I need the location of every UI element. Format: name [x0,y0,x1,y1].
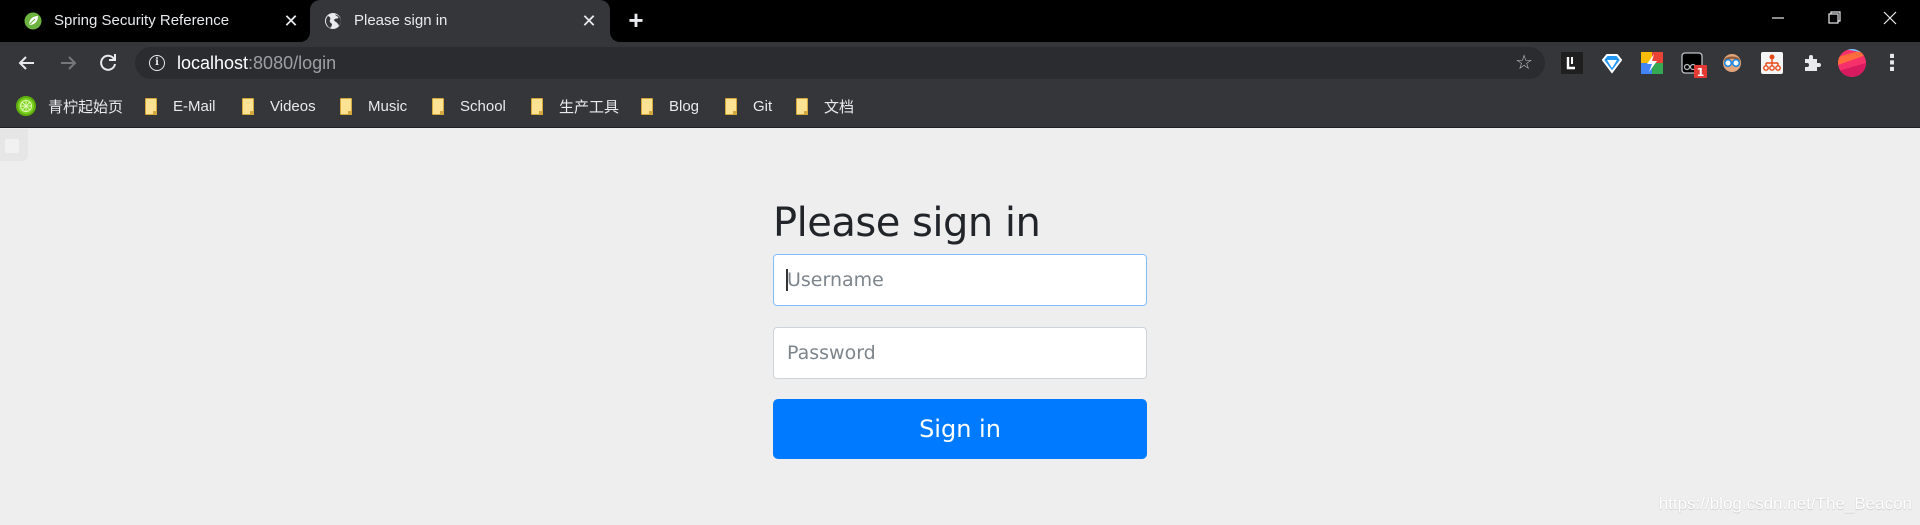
bookmark-label: Music [368,97,408,115]
org-chart-extension-icon[interactable] [1761,52,1783,74]
text-caret [786,269,788,291]
bookmark-label: School [460,97,506,115]
diamond-extension-icon[interactable] [1601,52,1623,74]
forward-button[interactable] [54,49,82,77]
username-input[interactable] [773,254,1147,306]
bookmark-label: 文档 [824,98,855,116]
bookmark-folder[interactable]: Blog [641,96,699,116]
folder-icon [725,97,737,115]
back-arrow-icon [18,56,34,70]
spring-leaf-icon [24,12,42,30]
tab-title: Spring Security Reference [54,12,230,29]
bookmark-label: E-Mail [173,97,216,115]
bookmark-label: 青柠起始页 [48,98,124,116]
url-host: localhost [177,53,249,73]
bookmark-star-icon[interactable]: ☆ [1515,51,1533,75]
lime-icon [16,96,36,116]
bookmark-folder[interactable]: School [432,96,506,116]
folder-icon [432,97,444,115]
site-info-icon[interactable]: i [149,55,165,71]
folder-icon [531,97,543,115]
bookmark-folder[interactable]: E-Mail [145,96,216,116]
page-title: Please sign in [773,200,1041,246]
back-button[interactable] [13,49,41,77]
close-icon [1883,11,1897,25]
folder-icon [145,97,157,115]
password-input[interactable] [773,327,1147,379]
folder-icon [242,97,254,115]
menu-dots-icon[interactable]: ⋮ [1881,52,1903,74]
address-bar[interactable]: i localhost:8080/login ☆ [135,47,1545,79]
bookmark-folder[interactable]: 文档 [796,96,854,116]
tab-close-button[interactable]: ✕ [578,10,600,32]
url-path: :8080/login [248,53,337,73]
bookmark-label: Blog [669,97,700,115]
minimize-icon [1772,17,1784,19]
lightning-extension-icon[interactable] [1641,52,1663,74]
bookmark-folder[interactable]: Music [340,96,407,116]
bookmark-label: Videos [270,97,316,115]
reload-button[interactable] [94,49,122,77]
tab-close-button[interactable]: ✕ [280,10,302,32]
bookmark-folder[interactable]: Git [725,96,772,116]
tab-title: Please sign in [354,12,448,29]
profile-avatar[interactable] [1838,49,1866,77]
folder-icon [641,97,653,115]
bookmark-label: 生产工具 [559,98,620,116]
folder-icon [340,97,352,115]
reload-icon [100,54,116,71]
tab-spring-security-reference[interactable]: Spring Security Reference ✕ [10,0,310,42]
new-tab-button[interactable]: + [624,7,648,33]
bookmark-folder[interactable]: Videos [242,96,316,116]
bookmark-label: Git [753,97,773,115]
restore-icon [1828,11,1841,24]
window-close-button[interactable] [1862,0,1918,36]
l-extension-icon[interactable] [1561,52,1583,74]
browser-toolbar: i localhost:8080/login ☆ 1 ⋮ [0,42,1920,84]
tab-please-sign-in[interactable]: Please sign in ✕ [300,0,620,42]
folder-icon [796,97,808,115]
forward-arrow-icon [61,56,77,70]
bookmarks-bar: 青柠起始页 E-Mail Videos Music School 生产工具 Bl… [0,84,1920,128]
globe-icon [325,13,341,29]
restore-button[interactable] [1806,0,1862,36]
extension-overlay-icon[interactable] [0,129,28,161]
bookmark-folder[interactable]: 生产工具 [531,96,619,116]
page-content: Please sign in Sign in https://blog.csdn… [0,129,1920,525]
sign-in-button[interactable]: Sign in [773,399,1147,459]
face-glasses-extension-icon[interactable] [1721,52,1743,74]
puzzle-extensions-icon[interactable] [1801,52,1823,74]
url-text[interactable]: localhost:8080/login [177,53,336,73]
screen-extension-icon[interactable]: 1 [1681,52,1707,79]
tab-strip: Spring Security Reference ✕ Please sign … [0,0,1920,42]
extension-badge: 1 [1697,66,1705,78]
watermark: https://blog.csdn.net/The_Beacon [1658,494,1912,513]
bookmark-item[interactable]: 青柠起始页 [16,96,123,116]
minimize-button[interactable] [1750,0,1806,36]
